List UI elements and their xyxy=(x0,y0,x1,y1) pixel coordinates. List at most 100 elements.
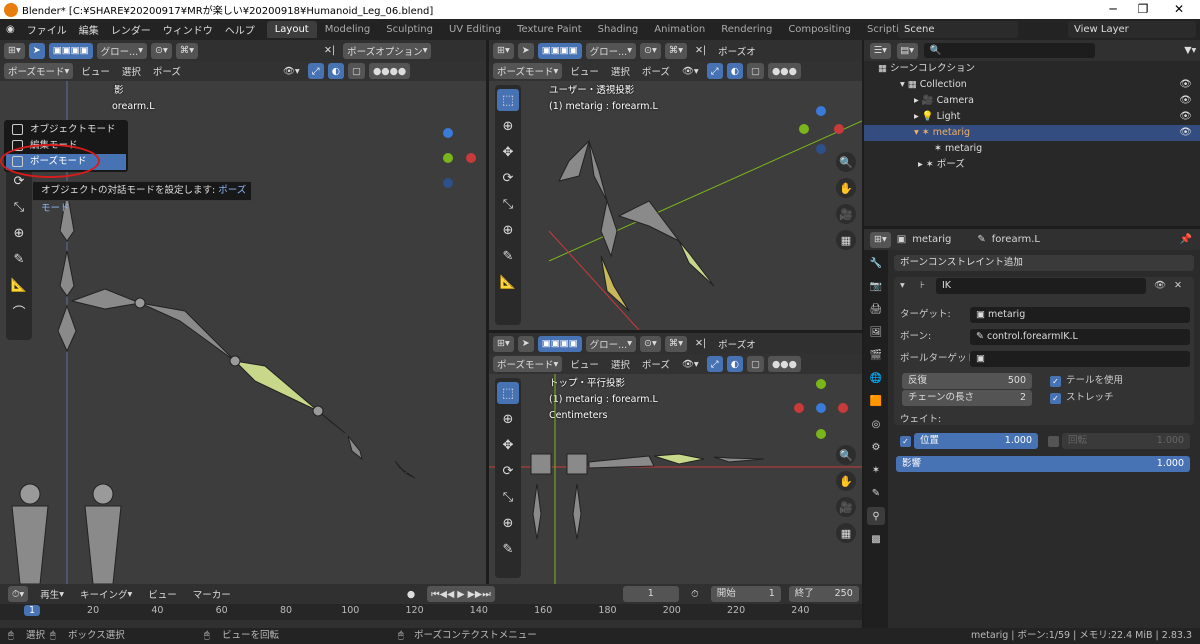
filter-icon[interactable]: ▼▾ xyxy=(1181,43,1200,59)
chain-length-field[interactable]: チェーンの長さ 2 xyxy=(902,390,1032,406)
object-tab-icon[interactable]: 🟧 xyxy=(867,392,885,410)
tab-animation[interactable]: Animation xyxy=(646,21,713,38)
rotation-weight-field[interactable]: 回転 1.000 xyxy=(1062,433,1190,449)
measure-tool-icon[interactable]: 📐 xyxy=(8,274,30,296)
snap-toggle[interactable]: ⌘▾ xyxy=(664,335,687,352)
select-box-tool-icon[interactable]: ⬚ xyxy=(497,382,519,404)
select-tool-button[interactable]: ➤ xyxy=(517,335,534,352)
eye-icon[interactable]: 👁 xyxy=(1154,278,1166,294)
eye-icon[interactable]: 👁 xyxy=(1179,93,1192,109)
menu-select[interactable]: 選択 xyxy=(607,63,634,79)
menu-render[interactable]: レンダー xyxy=(105,22,157,37)
output-tab-icon[interactable]: 🖨 xyxy=(867,300,885,318)
view-layer-selector[interactable]: View Layer xyxy=(1068,21,1196,38)
search-input[interactable]: 🔍 xyxy=(923,43,1095,58)
menu-window[interactable]: ウィンドウ xyxy=(157,22,219,37)
menu-select[interactable]: 選択 xyxy=(118,63,145,79)
frame-ruler[interactable]: 1 20 40 60 80 100 120 140 160 180 200 220 240 xyxy=(0,604,862,620)
pose-options-dropdown[interactable]: ポーズオプション ▾ xyxy=(343,42,432,59)
menu-file[interactable]: ファイル xyxy=(21,22,73,37)
current-frame-field[interactable]: 1 xyxy=(622,586,679,602)
select-mode-buttons[interactable]: ▣▣▣▣ xyxy=(537,42,582,59)
position-weight-field[interactable]: 位置 1.000 xyxy=(914,433,1038,449)
ortho-toggle-icon[interactable]: ▦ xyxy=(836,230,856,250)
tab-layout[interactable]: Layout xyxy=(266,21,317,38)
clock-icon[interactable]: ⏱ xyxy=(687,586,703,602)
pin-icon[interactable]: 📌 xyxy=(1180,234,1192,245)
menu-view[interactable]: ビュー xyxy=(566,356,603,372)
tab-compositing[interactable]: Compositing xyxy=(780,21,859,38)
cursor-tool-icon[interactable]: ⊕ xyxy=(497,115,519,137)
cursor-tool-icon[interactable]: ⊕ xyxy=(497,408,519,430)
bone-tab-icon[interactable]: ✎ xyxy=(867,484,885,502)
overlay-toggle[interactable]: ◐ xyxy=(726,356,744,372)
eye-icon[interactable]: 👁 xyxy=(1179,125,1192,141)
move-tool-icon[interactable]: ✥ xyxy=(497,434,519,456)
world-tab-icon[interactable]: 🌐 xyxy=(867,369,885,387)
menu-pose[interactable]: ポーズ xyxy=(638,63,674,79)
viewport-left[interactable]: ⊞▾ ➤ ▣▣▣▣ グロー... ▾ ⊙▾ ⌘▾ ✕| ポーズオプション ▾ ポーズ… xyxy=(0,40,486,584)
pose-options-label[interactable]: ポーズオ xyxy=(714,43,760,59)
snap-toggle[interactable]: ⌘▾ xyxy=(664,42,687,59)
outliner-row-armature-data[interactable]: ✶ metarig xyxy=(864,141,1200,157)
mode-dropdown[interactable]: ポーズモード ▾ xyxy=(493,356,563,372)
xray-toggle[interactable]: ▢ xyxy=(747,356,764,372)
select-tool-button[interactable]: ➤ xyxy=(517,42,534,59)
gizmo-toggle[interactable]: ⤢ xyxy=(307,63,324,79)
scale-tool-icon[interactable]: ⤡ xyxy=(497,486,519,508)
data-tab-icon[interactable]: ✶ xyxy=(867,461,885,479)
outliner-row-metarig[interactable]: ▾ ✶ metarig 👁 xyxy=(864,125,1200,141)
visibility-icon[interactable]: 👁▾ xyxy=(678,63,703,79)
mode-dropdown[interactable]: ポーズモード ▾ xyxy=(4,63,74,79)
view-menu[interactable]: ビュー xyxy=(144,586,181,602)
view-layer-tab-icon[interactable]: 🖼 xyxy=(867,323,885,341)
editor-type-button[interactable]: ⊞▾ xyxy=(493,42,514,59)
tool-tab-icon[interactable]: 🔧 xyxy=(867,254,885,272)
tab-shading[interactable]: Shading xyxy=(590,21,647,38)
scene-selector[interactable]: Scene xyxy=(898,21,1018,38)
tab-rendering[interactable]: Rendering xyxy=(713,21,780,38)
blender-menu-icon[interactable]: ◉ xyxy=(0,24,21,35)
select-box-tool-icon[interactable]: ⬚ xyxy=(497,89,519,111)
editor-type-button[interactable]: ⊞▾ xyxy=(493,335,514,352)
stretch-checkbox[interactable]: ✓ xyxy=(1050,393,1061,404)
keying-menu[interactable]: キーイング ▾ xyxy=(76,586,136,602)
target-field[interactable]: ▣ metarig xyxy=(970,307,1190,323)
annotate-tool-icon[interactable]: ✎ xyxy=(497,538,519,560)
overlay-toggle[interactable]: ◐ xyxy=(726,63,744,79)
menu-select[interactable]: 選択 xyxy=(607,356,634,372)
editor-type-button[interactable]: ⊞▾ xyxy=(870,231,891,248)
display-mode-dropdown[interactable]: ▤▾ xyxy=(896,42,918,59)
editor-type-button[interactable]: ☰▾ xyxy=(870,42,891,59)
visibility-icon[interactable]: 👁▾ xyxy=(279,63,304,79)
mode-object[interactable]: オブジェクトモード xyxy=(6,122,126,138)
collapse-arrow-icon[interactable]: ▾ xyxy=(900,278,905,294)
tab-modeling[interactable]: Modeling xyxy=(317,21,379,38)
xray-toggle[interactable]: ▢ xyxy=(747,63,764,79)
pivot-dropdown[interactable]: ⊙▾ xyxy=(639,42,661,59)
pole-target-field[interactable]: ▣ xyxy=(970,351,1190,367)
menu-view[interactable]: ビュー xyxy=(77,63,114,79)
delete-constraint-icon[interactable]: ✕ xyxy=(1174,278,1182,294)
eye-icon[interactable]: 👁 xyxy=(1179,109,1192,125)
close-window-button[interactable]: ✕ xyxy=(1164,0,1194,19)
rotate-tool-icon[interactable]: ⟳ xyxy=(497,167,519,189)
measure-tool-icon[interactable]: 📐 xyxy=(497,271,519,293)
iterations-field[interactable]: 反復 500 xyxy=(902,373,1032,389)
zoom-icon[interactable]: 🔍 xyxy=(836,152,856,172)
viewport-top[interactable]: ⊞▾ ➤ ▣▣▣▣ グロー... ▾ ⊙▾ ⌘▾ ✕| ポーズオ ポーズモード ▾ … xyxy=(489,333,862,584)
maximize-button[interactable]: ❐ xyxy=(1128,0,1158,19)
shading-modes[interactable]: ●●● xyxy=(768,356,801,372)
editor-type-button[interactable]: ⏱▾ xyxy=(8,586,29,602)
camera-view-icon[interactable]: 🎥 xyxy=(836,497,856,517)
ortho-toggle-icon[interactable]: ▦ xyxy=(836,523,856,543)
annotate-tool-icon[interactable]: ✎ xyxy=(497,245,519,267)
playback-menu[interactable]: 再生 ▾ xyxy=(36,586,68,602)
move-tool-icon[interactable]: ✥ xyxy=(497,141,519,163)
rotation-checkbox[interactable] xyxy=(1048,436,1059,447)
mirror-x-toggle[interactable]: ✕| xyxy=(691,336,710,352)
eye-icon[interactable]: 👁 xyxy=(1179,77,1192,93)
start-frame-field[interactable]: 開始 1 xyxy=(710,586,781,602)
render-tab-icon[interactable]: 📷 xyxy=(867,277,885,295)
rotate-tool-icon[interactable]: ⟳ xyxy=(497,460,519,482)
